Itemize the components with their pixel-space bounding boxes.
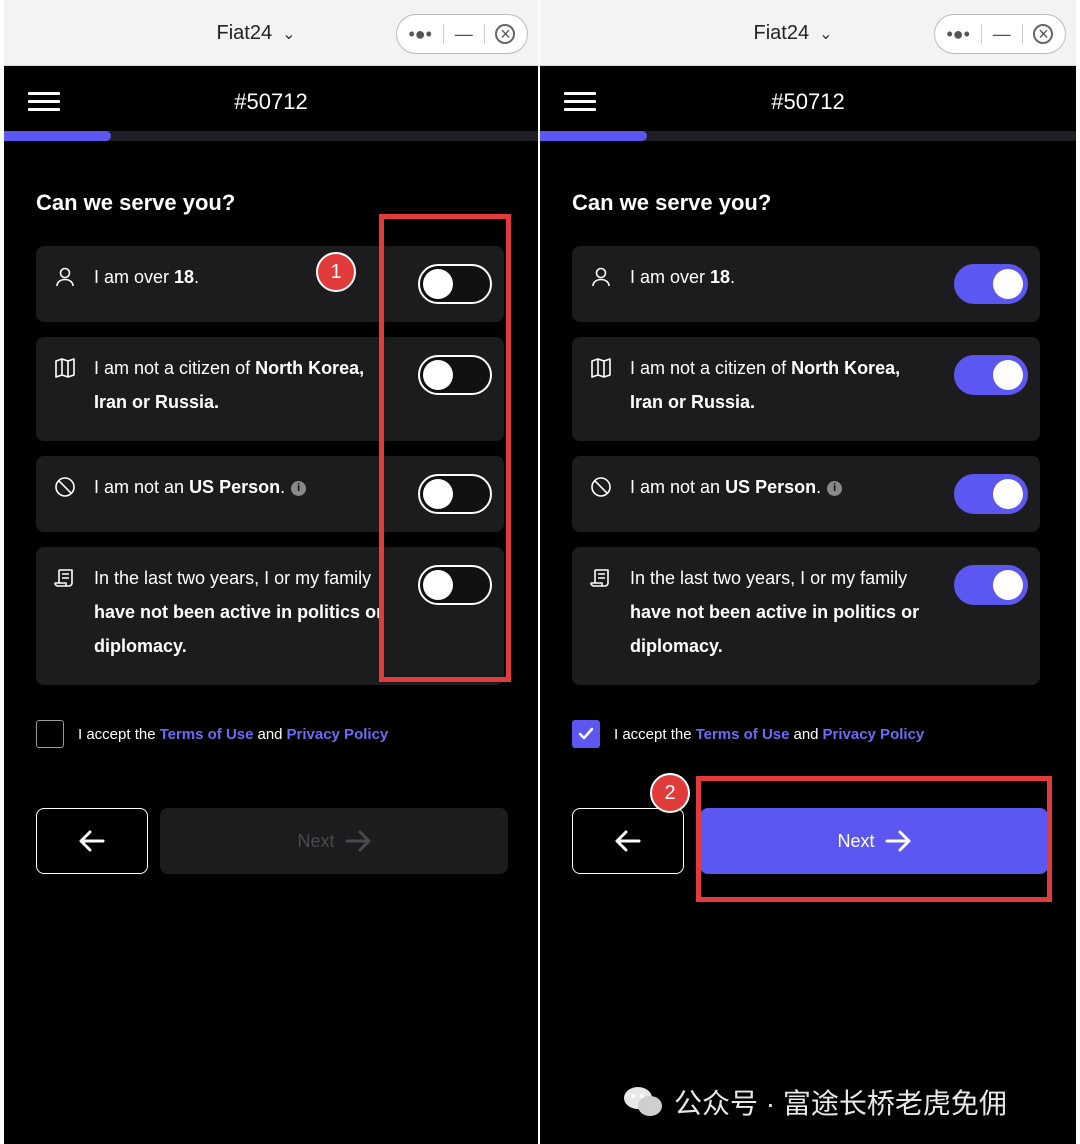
chevron-down-icon: ⌄ (819, 26, 833, 43)
terms-of-use-link[interactable]: Terms of Use (160, 726, 254, 743)
close-icon[interactable]: × (495, 24, 516, 44)
terms-row: I accept the Terms of Use and Privacy Po… (36, 720, 392, 748)
next-button[interactable]: Next (160, 808, 508, 874)
document-icon (590, 567, 612, 589)
privacy-policy-link[interactable]: Privacy Policy (287, 726, 389, 743)
minimize-icon[interactable]: — (993, 24, 1011, 45)
terms-joiner: and (257, 725, 283, 743)
eligibility-statement: I am not an US Person. i (94, 470, 384, 504)
navbar: #50712 (4, 66, 538, 136)
watermark-text: 公众号 · 富途长桥老虎免佣 (674, 1088, 1007, 1119)
eligibility-card: In the last two years, I or my family ha… (572, 547, 1040, 685)
account-id: #50712 (771, 89, 845, 114)
mini-program-titlebar: Fiat24 ⌄ •●• — × (540, 0, 1076, 66)
wechat-icon (624, 1087, 662, 1116)
prohibited-icon (54, 476, 76, 498)
mini-program-titlebar: Fiat24 ⌄ •●• — × (4, 0, 538, 66)
map-icon (54, 357, 76, 379)
info-icon[interactable]: i (291, 481, 307, 496)
watermark: 公众号 · 富途长桥老虎免佣 (622, 1082, 1007, 1122)
eligibility-card: I am not an US Person. i (572, 456, 1040, 532)
annotation-badge-2: 2 (650, 773, 690, 813)
terms-joiner: and (793, 725, 819, 743)
toggle-knob (993, 269, 1023, 299)
user-icon (590, 266, 612, 288)
annotation-badge-1: 1 (316, 252, 356, 292)
arrow-left-icon (79, 830, 105, 852)
eligibility-statement: I am not a citizen of North Korea, Iran … (630, 358, 901, 412)
page-title: Can we serve you? (36, 190, 236, 215)
capsule-menu: •●• — × (396, 14, 528, 54)
progress-fill (540, 131, 648, 141)
toggle-knob (993, 570, 1023, 600)
more-options-icon[interactable]: •●• (408, 24, 431, 45)
map-icon (590, 357, 612, 379)
eligibility-toggle[interactable] (954, 474, 1028, 514)
eligibility-statement: I am not an US Person. i (630, 470, 920, 504)
eligibility-statement: In the last two years, I or my family ha… (94, 568, 384, 656)
privacy-policy-link[interactable]: Privacy Policy (823, 726, 925, 743)
checkmark-icon (578, 727, 594, 740)
close-icon[interactable]: × (1033, 24, 1054, 44)
eligibility-toggle[interactable] (954, 355, 1028, 395)
eligibility-statement: I am not a citizen of North Korea, Iran … (94, 358, 365, 412)
back-button[interactable] (36, 808, 148, 874)
progress-bar (4, 131, 538, 141)
next-label: Next (297, 830, 335, 851)
phone-panel-after: Fiat24 ⌄ •●• — × #50712 Can we serve you?… (540, 0, 1076, 1144)
page-title: Can we serve you? (572, 190, 772, 215)
document-icon (54, 567, 76, 589)
eligibility-card: I am not a citizen of North Korea, Iran … (572, 337, 1040, 441)
navbar: #50712 (540, 66, 1076, 136)
annotation-box-next (696, 776, 1052, 902)
prohibited-icon (590, 476, 612, 498)
phone-panel-before: Fiat24 ⌄ •●• — × #50712 Can we serve you?… (4, 0, 538, 1144)
terms-checkbox[interactable] (36, 720, 64, 748)
eligibility-statement: I am over 18. (630, 267, 736, 287)
terms-row: I accept the Terms of Use and Privacy Po… (572, 720, 928, 748)
more-options-icon[interactable]: •●• (946, 24, 969, 45)
eligibility-toggle[interactable] (954, 264, 1028, 304)
arrow-right-icon (345, 830, 371, 852)
terms-prefix: I accept the (614, 725, 692, 743)
arrow-left-icon (615, 830, 641, 852)
terms-of-use-link[interactable]: Terms of Use (696, 726, 790, 743)
chevron-down-icon: ⌄ (282, 26, 296, 43)
account-id: #50712 (234, 89, 308, 114)
progress-bar (540, 131, 1076, 141)
terms-checkbox[interactable] (572, 720, 600, 748)
info-icon[interactable]: i (827, 481, 843, 496)
terms-prefix: I accept the (78, 725, 156, 743)
toggle-knob (993, 479, 1023, 509)
user-icon (54, 266, 76, 288)
progress-fill (4, 131, 111, 141)
minimize-icon[interactable]: — (455, 24, 473, 45)
eligibility-statement: In the last two years, I or my family ha… (630, 568, 920, 656)
annotation-box-toggles (379, 214, 511, 682)
capsule-menu: •●• — × (934, 14, 1066, 54)
eligibility-card: I am over 18. (572, 246, 1040, 322)
back-button[interactable] (572, 808, 684, 874)
eligibility-toggle[interactable] (954, 565, 1028, 605)
toggle-knob (993, 360, 1023, 390)
